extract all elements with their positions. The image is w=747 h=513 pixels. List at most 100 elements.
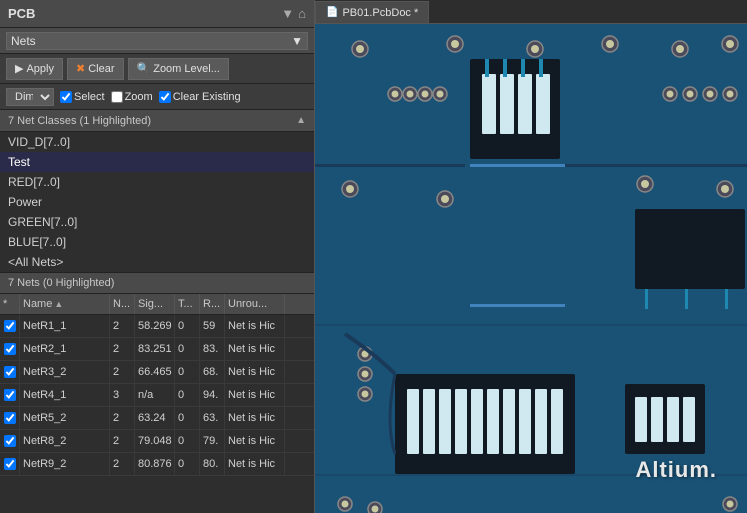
table-cell-r: 79. <box>200 430 225 452</box>
tab-label: PB01.PcbDoc * <box>342 7 418 19</box>
table-cell-t: 0 <box>175 384 200 406</box>
table-cell-name: NetR4_1 <box>20 384 110 406</box>
table-cell-sig: n/a <box>135 384 175 406</box>
net-class-item[interactable]: <All Nets> <box>0 252 314 272</box>
table-cell-name: NetR5_2 <box>20 407 110 429</box>
nets-section-header: 7 Nets (0 Highlighted) <box>0 272 314 294</box>
table-cell-name: NetR8_2 <box>20 430 110 452</box>
table-cell-sig: 66.465 <box>135 361 175 383</box>
zoom-icon: 🔍 <box>137 62 151 75</box>
table-cell-n: 3 <box>110 384 135 406</box>
row-checkbox[interactable] <box>4 320 16 332</box>
apply-icon: ▶ <box>15 62 23 75</box>
zoom-label: Zoom <box>125 91 153 103</box>
table-cell-n: 2 <box>110 338 135 360</box>
clear-existing-checkbox[interactable] <box>159 91 171 103</box>
table-header-cell[interactable]: R... <box>200 294 225 314</box>
table-body: NetR1_1258.269059Net is HicNetR2_1283.25… <box>0 315 314 476</box>
table-cell-t: 0 <box>175 338 200 360</box>
table-row: NetR8_2279.048079.Net is Hic <box>0 430 314 453</box>
select-label: Select <box>74 91 105 103</box>
net-class-item[interactable]: GREEN[7..0] <box>0 212 314 232</box>
table-cell-n: 2 <box>110 430 135 452</box>
table-cell-sig: 79.048 <box>135 430 175 452</box>
table-cell-t: 0 <box>175 430 200 452</box>
table-cell-t: 0 <box>175 407 200 429</box>
table-cell-unrou: Net is Hic <box>225 407 285 429</box>
row-checkbox[interactable] <box>4 458 16 470</box>
panel-header-icons: ▼ ⌂ <box>281 6 306 21</box>
row-check-cell[interactable] <box>0 338 20 360</box>
net-classes-title: 7 Net Classes (1 Highlighted) <box>8 115 151 127</box>
row-check-cell[interactable] <box>0 430 20 452</box>
section-arrow-icon: ▲ <box>296 115 306 126</box>
clear-existing-label: Clear Existing <box>173 91 241 103</box>
select-checkbox[interactable] <box>60 91 72 103</box>
select-checkbox-item[interactable]: Select <box>60 91 105 103</box>
panel-header: PCB ▼ ⌂ <box>0 0 314 28</box>
zoom-level-button[interactable]: 🔍 Zoom Level... <box>128 58 229 80</box>
table-cell-r: 80. <box>200 453 225 475</box>
net-class-item[interactable]: Test <box>0 152 314 172</box>
table-row: NetR2_1283.251083.Net is Hic <box>0 338 314 361</box>
window-icon[interactable]: ⌂ <box>298 6 306 21</box>
row-check-cell[interactable] <box>0 407 20 429</box>
clear-existing-checkbox-item[interactable]: Clear Existing <box>159 91 241 103</box>
table-header-cell[interactable]: N... <box>110 294 135 314</box>
table-row: NetR1_1258.269059Net is Hic <box>0 315 314 338</box>
pcb-canvas: Altium. <box>315 24 747 513</box>
row-check-cell[interactable] <box>0 453 20 475</box>
row-check-cell[interactable] <box>0 315 20 337</box>
row-checkbox[interactable] <box>4 435 16 447</box>
zoom-checkbox-item[interactable]: Zoom <box>111 91 153 103</box>
table-header-cell[interactable]: Name▲ <box>20 294 110 314</box>
table-header: *Name▲N...Sig...T...R...Unrou... <box>0 294 314 315</box>
pin-icon[interactable]: ▼ <box>281 6 294 21</box>
table-header-cell[interactable]: Unrou... <box>225 294 285 314</box>
options-row: Dim Select Zoom Clear Existing <box>0 84 314 110</box>
net-class-item[interactable]: RED[7..0] <box>0 172 314 192</box>
row-check-cell[interactable] <box>0 361 20 383</box>
clear-button[interactable]: ✖ Clear <box>67 58 124 80</box>
dim-select[interactable]: Dim <box>6 88 54 106</box>
row-checkbox[interactable] <box>4 343 16 355</box>
row-checkbox[interactable] <box>4 389 16 401</box>
right-panel: 📄 PB01.PcbDoc * <box>315 0 747 513</box>
nets-dropdown[interactable]: Nets ▼ <box>6 32 308 50</box>
pcb-tab[interactable]: 📄 PB01.PcbDoc * <box>315 1 429 23</box>
table-cell-n: 2 <box>110 315 135 337</box>
table-header-cell[interactable]: Sig... <box>135 294 175 314</box>
net-classes-section-header: 7 Net Classes (1 Highlighted) ▲ <box>0 110 314 132</box>
table-row: NetR3_2266.465068.Net is Hic <box>0 361 314 384</box>
clear-icon: ✖ <box>76 62 85 75</box>
table-cell-n: 2 <box>110 453 135 475</box>
nets-table: *Name▲N...Sig...T...R...Unrou... NetR1_1… <box>0 294 314 513</box>
table-cell-unrou: Net is Hic <box>225 315 285 337</box>
table-row: NetR5_2263.24063.Net is Hic <box>0 407 314 430</box>
table-cell-name: NetR1_1 <box>20 315 110 337</box>
table-cell-name: NetR2_1 <box>20 338 110 360</box>
table-cell-unrou: Net is Hic <box>225 384 285 406</box>
table-cell-sig: 63.24 <box>135 407 175 429</box>
table-row: NetR9_2280.876080.Net is Hic <box>0 453 314 476</box>
zoom-checkbox[interactable] <box>111 91 123 103</box>
apply-button[interactable]: ▶ Apply <box>6 58 63 80</box>
row-check-cell[interactable] <box>0 384 20 406</box>
row-checkbox[interactable] <box>4 412 16 424</box>
table-cell-r: 94. <box>200 384 225 406</box>
table-cell-unrou: Net is Hic <box>225 361 285 383</box>
tab-bar: 📄 PB01.PcbDoc * <box>315 0 747 24</box>
table-cell-t: 0 <box>175 361 200 383</box>
table-cell-sig: 58.269 <box>135 315 175 337</box>
row-checkbox[interactable] <box>4 366 16 378</box>
table-cell-t: 0 <box>175 453 200 475</box>
net-class-item[interactable]: Power <box>0 192 314 212</box>
table-cell-sig: 83.251 <box>135 338 175 360</box>
tab-icon: 📄 <box>326 7 338 18</box>
table-header-cell[interactable]: T... <box>175 294 200 314</box>
table-cell-name: NetR3_2 <box>20 361 110 383</box>
net-class-item[interactable]: VID_D[7..0] <box>0 132 314 152</box>
altium-watermark: Altium. <box>635 457 717 483</box>
net-class-item[interactable]: BLUE[7..0] <box>0 232 314 252</box>
table-header-cell[interactable]: * <box>0 294 20 314</box>
